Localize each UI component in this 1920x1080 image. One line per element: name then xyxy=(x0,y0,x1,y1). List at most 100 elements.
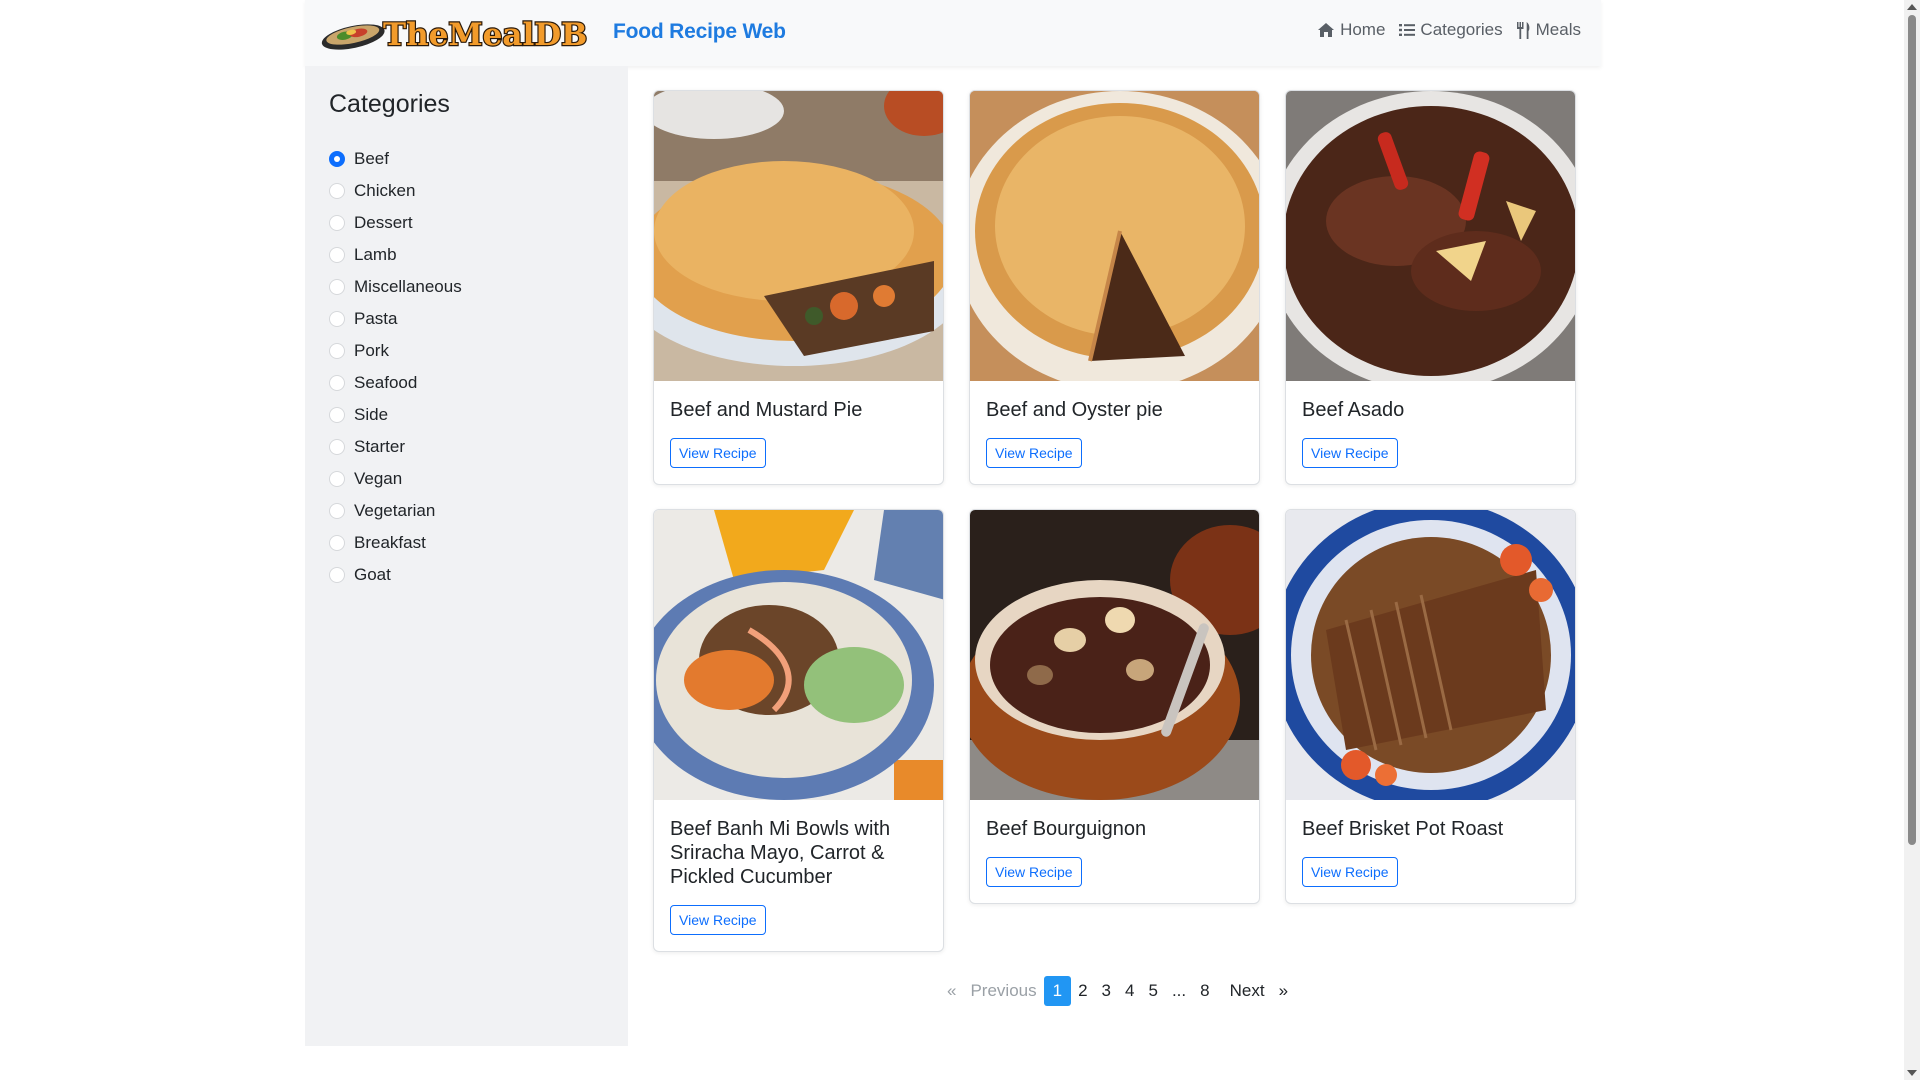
nav-categories[interactable]: Categories xyxy=(1399,20,1503,40)
radio-icon[interactable] xyxy=(329,439,345,455)
radio-icon[interactable] xyxy=(329,215,345,231)
nav-menu: Home Categories Meals xyxy=(1317,20,1581,40)
category-list: Beef Chicken Dessert Lamb Miscellaneous … xyxy=(329,143,462,591)
radio-icon[interactable] xyxy=(329,183,345,199)
category-label: Starter xyxy=(354,437,406,456)
view-recipe-button[interactable]: View Recipe xyxy=(1302,438,1398,468)
scroll-thumb[interactable] xyxy=(1908,15,1916,845)
radio-icon[interactable] xyxy=(329,535,345,551)
radio-icon[interactable] xyxy=(329,311,345,327)
category-item-pasta[interactable]: Pasta xyxy=(329,303,462,335)
radio-checked-icon[interactable] xyxy=(329,151,345,167)
brand-link[interactable]: Food Recipe Web xyxy=(613,20,786,44)
category-label: Miscellaneous xyxy=(354,277,462,296)
pagination: « Previous 1 2 3 4 5 ... 8 Next » xyxy=(940,976,1295,1006)
scroll-down-icon[interactable] xyxy=(1907,1070,1917,1076)
category-item-dessert[interactable]: Dessert xyxy=(329,207,462,239)
category-label: Breakfast xyxy=(354,533,426,552)
sidebar-title: Categories xyxy=(329,90,450,118)
radio-icon[interactable] xyxy=(329,375,345,391)
meal-image[interactable] xyxy=(970,91,1259,381)
meal-title: Beef and Oyster pie xyxy=(986,399,1163,421)
category-item-miscellaneous[interactable]: Miscellaneous xyxy=(329,271,462,303)
card-body: Beef and Mustard Pie View Recipe xyxy=(654,381,943,484)
category-label: Pork xyxy=(354,341,389,360)
meal-image[interactable] xyxy=(1286,91,1575,381)
page-link-5[interactable]: 5 xyxy=(1141,976,1164,1006)
view-recipe-button[interactable]: View Recipe xyxy=(986,438,1082,468)
nav-meals-label: Meals xyxy=(1535,20,1581,39)
card-body: Beef Asado View Recipe xyxy=(1286,381,1575,484)
logo-graphic: TheMealDB xyxy=(321,16,589,54)
scroll-up-icon[interactable] xyxy=(1907,4,1917,10)
view-recipe-button[interactable]: View Recipe xyxy=(986,857,1082,887)
category-item-goat[interactable]: Goat xyxy=(329,559,462,591)
logo-text: TheMealDB xyxy=(383,17,587,53)
radio-icon[interactable] xyxy=(329,503,345,519)
meal-card: Beef and Mustard Pie View Recipe xyxy=(653,90,944,485)
radio-icon[interactable] xyxy=(329,343,345,359)
category-item-breakfast[interactable]: Breakfast xyxy=(329,527,462,559)
meal-photo xyxy=(1286,91,1575,381)
category-label: Dessert xyxy=(354,213,413,232)
vertical-scrollbar[interactable] xyxy=(1904,0,1920,1080)
nav-home[interactable]: Home xyxy=(1317,20,1385,40)
category-item-chicken[interactable]: Chicken xyxy=(329,175,462,207)
card-body: Beef Brisket Pot Roast View Recipe xyxy=(1286,800,1575,903)
radio-icon[interactable] xyxy=(329,471,345,487)
category-label: Chicken xyxy=(354,181,416,200)
category-item-side[interactable]: Side xyxy=(329,399,462,431)
radio-icon[interactable] xyxy=(329,407,345,423)
nav-meals[interactable]: Meals xyxy=(1516,20,1581,40)
view-recipe-button[interactable]: View Recipe xyxy=(670,438,766,468)
previous-page-link[interactable]: Previous xyxy=(963,976,1043,1006)
radio-icon[interactable] xyxy=(329,567,345,583)
category-item-pork[interactable]: Pork xyxy=(329,335,462,367)
meal-photo xyxy=(970,91,1259,381)
meal-image[interactable] xyxy=(970,510,1259,800)
card-body: Beef and Oyster pie View Recipe xyxy=(970,381,1259,484)
category-item-vegetarian[interactable]: Vegetarian xyxy=(329,495,462,527)
category-item-starter[interactable]: Starter xyxy=(329,431,462,463)
utensils-icon xyxy=(1516,21,1530,39)
category-item-vegan[interactable]: Vegan xyxy=(329,463,462,495)
meal-card: Beef Brisket Pot Roast View Recipe xyxy=(1285,509,1576,904)
meal-image[interactable] xyxy=(654,91,943,381)
meal-photo xyxy=(970,510,1259,800)
card-body: Beef Bourguignon View Recipe xyxy=(970,800,1259,903)
category-item-beef[interactable]: Beef xyxy=(329,143,462,175)
nav-categories-label: Categories xyxy=(1420,20,1503,39)
page-link-4[interactable]: 4 xyxy=(1118,976,1141,1006)
meal-photo xyxy=(654,91,943,381)
category-item-lamb[interactable]: Lamb xyxy=(329,239,462,271)
meal-title: Beef Bourguignon xyxy=(986,818,1147,840)
page-link-3[interactable]: 3 xyxy=(1095,976,1118,1006)
category-label: Goat xyxy=(354,565,391,584)
page-link-8[interactable]: 8 xyxy=(1193,976,1216,1006)
themealdb-logo[interactable]: TheMealDB xyxy=(319,10,602,56)
category-item-seafood[interactable]: Seafood xyxy=(329,367,462,399)
view-recipe-button[interactable]: View Recipe xyxy=(1302,857,1398,887)
page-link-1[interactable]: 1 xyxy=(1043,976,1072,1006)
meal-card: Beef Banh Mi Bowls with Sriracha Mayo, C… xyxy=(653,509,944,952)
meal-image[interactable] xyxy=(1286,510,1575,800)
category-label: Seafood xyxy=(354,373,418,392)
next-arrow-icon[interactable]: » xyxy=(1272,976,1295,1006)
meal-title: Beef Brisket Pot Roast xyxy=(1302,818,1504,840)
meal-card: Beef and Oyster pie View Recipe xyxy=(969,90,1260,485)
meal-card: Beef Bourguignon View Recipe xyxy=(969,509,1260,904)
page-ellipsis[interactable]: ... xyxy=(1165,976,1193,1006)
meal-title: Beef Asado xyxy=(1302,399,1405,421)
category-label: Side xyxy=(354,405,389,424)
meal-image[interactable] xyxy=(654,510,943,800)
card-body: Beef Banh Mi Bowls with Sriracha Mayo, C… xyxy=(654,800,943,951)
category-label: Beef xyxy=(354,149,389,168)
next-page-link[interactable]: Next xyxy=(1223,976,1272,1006)
page-link-2[interactable]: 2 xyxy=(1071,976,1094,1006)
radio-icon[interactable] xyxy=(329,279,345,295)
home-icon xyxy=(1318,23,1335,37)
meal-title: Beef and Mustard Pie xyxy=(670,399,863,421)
view-recipe-button[interactable]: View Recipe xyxy=(670,905,766,935)
radio-icon[interactable] xyxy=(329,247,345,263)
category-sidebar: Categories Beef Chicken Dessert Lamb Mis… xyxy=(305,66,628,1046)
